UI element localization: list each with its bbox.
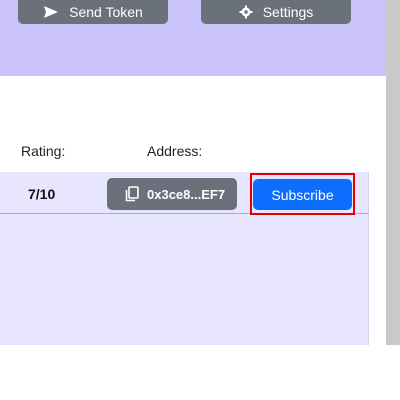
subscribe-button[interactable]: Subscribe <box>253 179 352 210</box>
copy-address-button[interactable]: 0x3ce8...EF7 <box>107 178 237 210</box>
send-icon <box>44 6 59 18</box>
gear-icon <box>239 5 253 19</box>
app-viewport: Send Token Settings Rating: Address: 7/1… <box>0 0 400 345</box>
settings-button[interactable]: Settings <box>201 0 351 24</box>
row-header: 7/10 0x3ce8...EF7 Subscribe <box>0 172 369 214</box>
vertical-scrollbar[interactable] <box>386 0 400 345</box>
rating-column-header: Rating: <box>21 143 66 159</box>
table-row: 7/10 0x3ce8...EF7 Subscribe <box>0 172 369 345</box>
address-value: 0x3ce8...EF7 <box>147 186 226 202</box>
send-token-label: Send Token <box>69 4 143 20</box>
subscribe-label: Subscribe <box>271 186 334 203</box>
address-column-header: Address: <box>147 143 203 159</box>
send-token-button[interactable]: Send Token <box>18 0 168 24</box>
rating-value: 7/10 <box>28 186 56 202</box>
top-toolbar: Send Token Settings <box>0 0 386 76</box>
settings-label: Settings <box>262 4 314 20</box>
copy-icon <box>125 186 139 202</box>
